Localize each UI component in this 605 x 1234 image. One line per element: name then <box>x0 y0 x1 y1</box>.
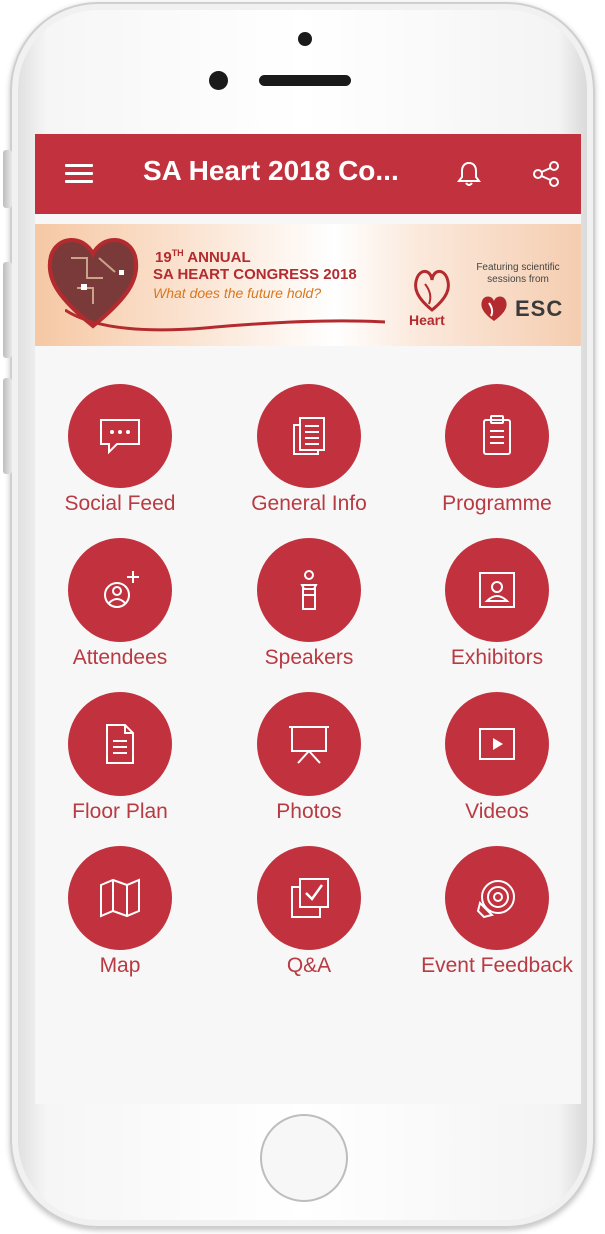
chat-bubble-icon <box>100 419 140 455</box>
app-bar: SA Heart 2018 Co... <box>35 134 581 214</box>
tile-qa[interactable]: Q&A <box>219 846 399 1000</box>
tile-label: Floor Plan <box>72 800 168 823</box>
front-camera <box>209 71 228 90</box>
tile-label: Social Feed <box>64 492 176 515</box>
feedback-icon <box>476 880 515 919</box>
tile-social-feed[interactable]: Social Feed <box>35 384 210 538</box>
banner-tagline: What does the future hold? <box>153 285 322 301</box>
projector-screen-icon <box>289 726 329 764</box>
document-icon <box>293 417 325 455</box>
portrait-icon <box>479 572 515 608</box>
tile-photos[interactable]: Photos <box>219 692 399 846</box>
sensor-dot <box>298 32 312 46</box>
tile-attendees[interactable]: Attendees <box>35 538 210 692</box>
tile-label: Videos <box>465 800 529 823</box>
exhibitors-button[interactable] <box>445 538 549 642</box>
esc-logo-text: ESC <box>515 296 564 321</box>
menu-icon[interactable] <box>65 164 93 184</box>
featuring-text: Featuring scientific sessions from <box>476 262 560 285</box>
tile-label: Q&A <box>286 954 332 977</box>
checkbox-icon <box>291 878 329 918</box>
tile-label: Exhibitors <box>450 646 544 669</box>
tile-programme[interactable]: Programme <box>407 384 581 538</box>
tile-floor-plan[interactable]: Floor Plan <box>35 692 210 846</box>
earpiece-speaker <box>259 75 351 86</box>
mute-switch <box>3 150 12 208</box>
tile-videos[interactable]: Videos <box>407 692 581 846</box>
add-person-icon <box>104 571 139 608</box>
volume-down-button <box>3 378 12 474</box>
sa-heart-logo-text: Heart <box>409 312 445 328</box>
tile-label: Speakers <box>264 646 354 669</box>
file-icon <box>106 724 134 764</box>
tile-exhibitors[interactable]: Exhibitors <box>407 538 581 692</box>
programme-button[interactable] <box>445 384 549 488</box>
tile-label: General Info <box>251 492 367 515</box>
speakers-button[interactable] <box>257 538 361 642</box>
map-icon <box>100 878 140 918</box>
clipboard-icon <box>483 415 511 455</box>
home-button[interactable] <box>260 1114 348 1202</box>
general-info-button[interactable] <box>257 384 361 488</box>
app-screen: SA Heart 2018 Co... 19TH ANNUAL SA HEART… <box>35 134 581 1104</box>
tile-map[interactable]: Map <box>35 846 210 1000</box>
videos-button[interactable] <box>445 692 549 796</box>
tile-label: Map <box>99 954 141 977</box>
banner-annual: 19TH ANNUAL <box>155 248 251 266</box>
tile-label: Programme <box>442 492 552 515</box>
banner-swoosh <box>65 308 385 332</box>
photos-button[interactable] <box>257 692 361 796</box>
share-icon[interactable] <box>531 160 561 188</box>
podium-icon <box>300 570 318 610</box>
app-title: SA Heart 2018 Co... <box>143 155 399 186</box>
esc-heart-icon <box>481 296 507 321</box>
tile-speakers[interactable]: Speakers <box>219 538 399 692</box>
attendees-button[interactable] <box>68 538 172 642</box>
social-feed-button[interactable] <box>68 384 172 488</box>
tile-event-feedback[interactable]: Event Feedback <box>407 846 581 1000</box>
congress-banner[interactable]: 19TH ANNUAL SA HEART CONGRESS 2018 What … <box>35 224 581 346</box>
tile-label: Attendees <box>72 646 168 669</box>
banner-congress-title: SA HEART CONGRESS 2018 <box>153 266 357 283</box>
event-feedback-button[interactable] <box>445 846 549 950</box>
play-icon <box>479 728 515 760</box>
tile-label: Photos <box>276 800 342 823</box>
tile-general-info[interactable]: General Info <box>219 384 399 538</box>
tile-label: Event Feedback <box>421 954 573 977</box>
bell-icon[interactable] <box>456 160 482 188</box>
qa-button[interactable] <box>257 846 361 950</box>
floor-plan-button[interactable] <box>68 692 172 796</box>
volume-up-button <box>3 262 12 358</box>
map-button[interactable] <box>68 846 172 950</box>
